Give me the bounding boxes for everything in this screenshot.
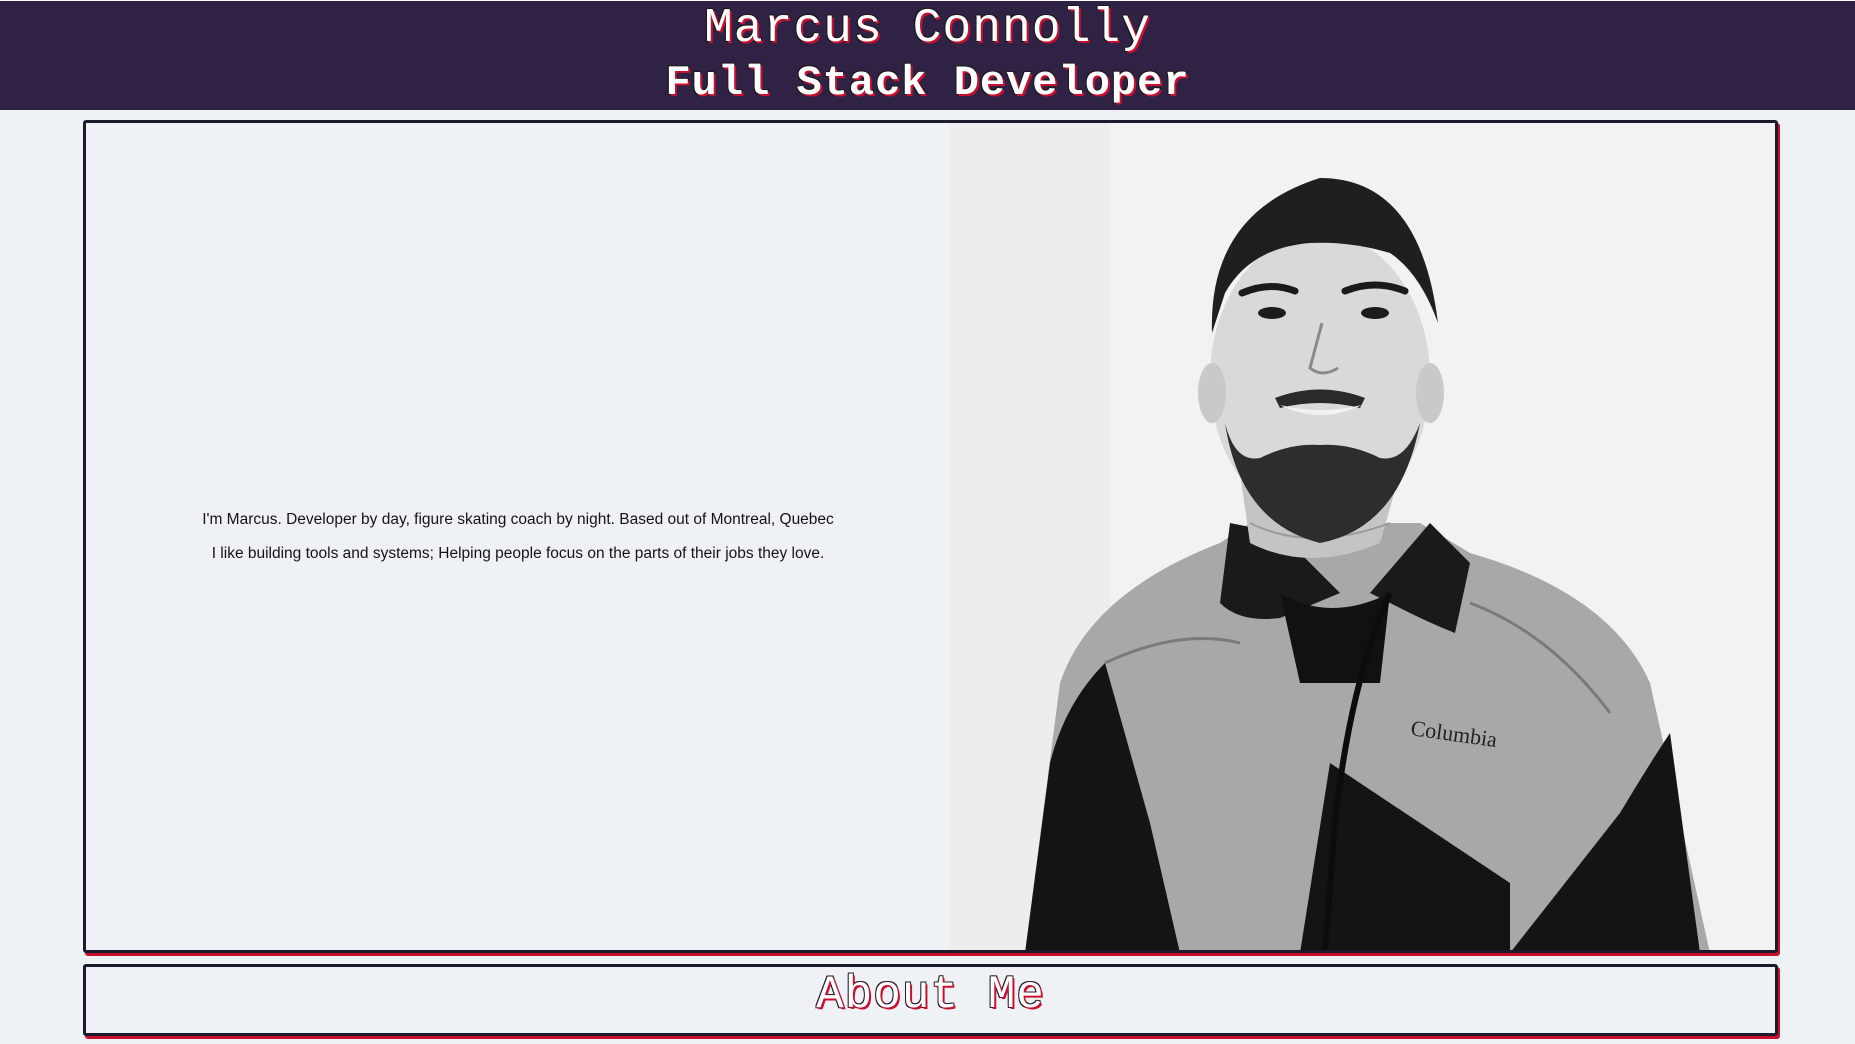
site-subtitle: Full Stack Developer (665, 59, 1190, 107)
intro-line-2: I like building tools and systems; Helpi… (211, 544, 825, 562)
about-heading: About Me (816, 969, 1045, 1021)
profile-photo-illustration: Columbia (950, 123, 1775, 950)
site-header: Marcus Connolly Full Stack Developer (0, 0, 1855, 110)
hero-card: I'm Marcus. Developer by day, figure ska… (83, 120, 1778, 953)
profile-photo: Columbia (950, 123, 1775, 950)
site-title: Marcus Connolly (703, 2, 1152, 56)
intro-line-1: I'm Marcus. Developer by day, figure ska… (202, 510, 834, 528)
intro-text: I'm Marcus. Developer by day, figure ska… (86, 123, 950, 950)
about-section: About Me (83, 964, 1778, 1036)
